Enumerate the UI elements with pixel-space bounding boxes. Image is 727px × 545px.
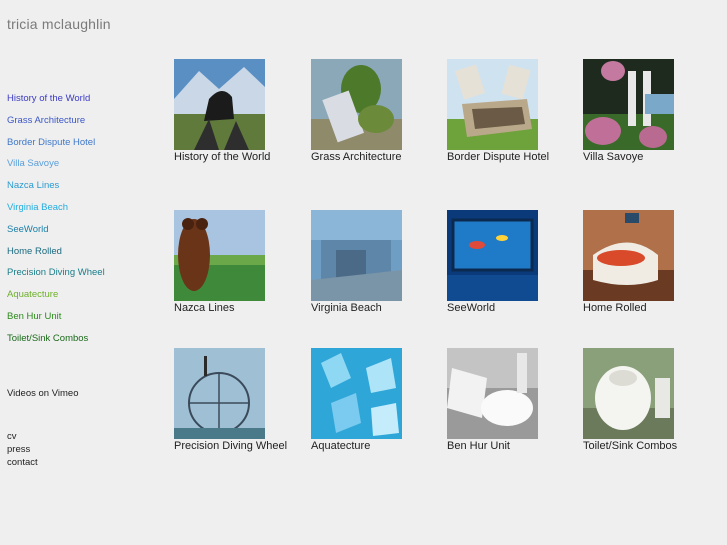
- gallery-caption[interactable]: Aquatecture: [311, 440, 441, 453]
- gallery-caption[interactable]: Virginia Beach: [311, 302, 441, 315]
- gallery-caption[interactable]: Villa Savoye: [583, 151, 713, 164]
- nav-item-precision-diving-wheel[interactable]: Precision Diving Wheel: [7, 267, 105, 289]
- seeworld-thumbnail[interactable]: [447, 210, 538, 301]
- gallery-item[interactable]: SeeWorld: [447, 210, 577, 315]
- nav-item-virginia-beach[interactable]: Virginia Beach: [7, 202, 105, 224]
- nav-item-home-rolled[interactable]: Home Rolled: [7, 246, 105, 268]
- nav-item-aquatecture[interactable]: Aquatecture: [7, 289, 105, 311]
- nav-item-grass-architecture[interactable]: Grass Architecture: [7, 115, 105, 137]
- nav-item-nazca-lines[interactable]: Nazca Lines: [7, 180, 105, 202]
- gallery-caption[interactable]: Border Dispute Hotel: [447, 151, 577, 164]
- gallery-item[interactable]: Aquatecture: [311, 348, 441, 453]
- videos-on-vimeo-link[interactable]: Videos on Vimeo: [7, 388, 78, 399]
- gallery-caption[interactable]: SeeWorld: [447, 302, 577, 315]
- gallery-item[interactable]: Toilet/Sink Combos: [583, 348, 713, 453]
- gallery-item[interactable]: Nazca Lines: [174, 210, 304, 315]
- virginia-beach-thumbnail[interactable]: [311, 210, 402, 301]
- cv-link[interactable]: cv: [7, 431, 17, 442]
- sidebar-nav: History of the World Grass Architecture …: [7, 93, 105, 355]
- gallery-item[interactable]: Villa Savoye: [583, 59, 713, 164]
- press-link[interactable]: press: [7, 444, 30, 455]
- nav-item-border-dispute-hotel[interactable]: Border Dispute Hotel: [7, 137, 105, 159]
- gallery-item[interactable]: Grass Architecture: [311, 59, 441, 164]
- villa-savoye-thumbnail[interactable]: [583, 59, 674, 150]
- history-of-the-world-thumbnail[interactable]: [174, 59, 265, 150]
- contact-link[interactable]: contact: [7, 457, 38, 468]
- toilet-sink-combos-thumbnail[interactable]: [583, 348, 674, 439]
- gallery-caption[interactable]: History of the World: [174, 151, 304, 164]
- gallery-caption[interactable]: Grass Architecture: [311, 151, 441, 164]
- aquatecture-thumbnail[interactable]: [311, 348, 402, 439]
- border-dispute-hotel-thumbnail[interactable]: [447, 59, 538, 150]
- gallery-caption[interactable]: Precision Diving Wheel: [174, 440, 304, 453]
- ben-hur-unit-thumbnail[interactable]: [447, 348, 538, 439]
- gallery-caption[interactable]: Home Rolled: [583, 302, 713, 315]
- grass-architecture-thumbnail[interactable]: [311, 59, 402, 150]
- gallery-item[interactable]: Border Dispute Hotel: [447, 59, 577, 164]
- gallery-item[interactable]: Precision Diving Wheel: [174, 348, 304, 453]
- gallery-caption[interactable]: Toilet/Sink Combos: [583, 440, 713, 453]
- nav-item-villa-savoye[interactable]: Villa Savoye: [7, 158, 105, 180]
- gallery-item[interactable]: History of the World: [174, 59, 304, 164]
- nav-item-seeworld[interactable]: SeeWorld: [7, 224, 105, 246]
- nav-item-toilet-sink-combos[interactable]: Toilet/Sink Combos: [7, 333, 105, 355]
- home-rolled-thumbnail[interactable]: [583, 210, 674, 301]
- gallery-item[interactable]: Home Rolled: [583, 210, 713, 315]
- site-title[interactable]: tricia mclaughlin: [7, 16, 111, 32]
- gallery-item[interactable]: Virginia Beach: [311, 210, 441, 315]
- gallery-caption[interactable]: Ben Hur Unit: [447, 440, 577, 453]
- gallery-item[interactable]: Ben Hur Unit: [447, 348, 577, 453]
- nazca-lines-thumbnail[interactable]: [174, 210, 265, 301]
- nav-item-history-of-the-world[interactable]: History of the World: [7, 93, 105, 115]
- nav-item-ben-hur-unit[interactable]: Ben Hur Unit: [7, 311, 105, 333]
- gallery-caption[interactable]: Nazca Lines: [174, 302, 304, 315]
- precision-diving-wheel-thumbnail[interactable]: [174, 348, 265, 439]
